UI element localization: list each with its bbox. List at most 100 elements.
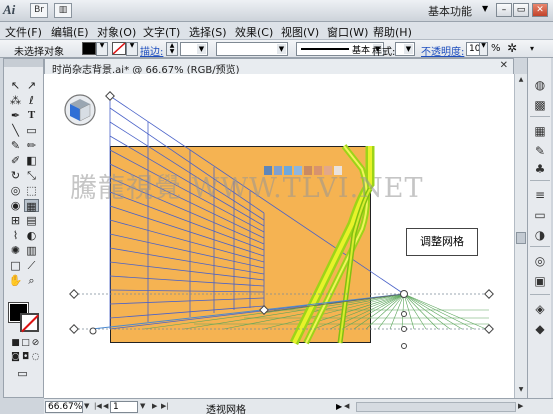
graphic-style-dropdown[interactable]: ▼ <box>395 42 415 56</box>
column-graph-icon[interactable]: ▥ <box>24 244 39 257</box>
stroke-swatch[interactable] <box>112 42 126 55</box>
menu-help[interactable]: 帮助(H) <box>373 24 412 40</box>
gradient-icon[interactable]: ▤ <box>24 214 39 227</box>
restore-button[interactable]: ▭ <box>513 3 529 17</box>
menu-window[interactable]: 窗口(W) <box>327 24 368 40</box>
control-panel-menu-icon[interactable]: ▾ <box>530 44 534 53</box>
selection-arrow-icon[interactable]: ↖ <box>8 79 23 92</box>
scroll-thumb[interactable] <box>516 232 526 244</box>
eyedropper-icon[interactable]: ⌇ <box>8 229 23 242</box>
right-ground-handle[interactable] <box>484 324 494 334</box>
paintbrush-icon[interactable]: ✎ <box>8 139 23 152</box>
menu-type[interactable]: 文字(T) <box>143 24 180 40</box>
page-dropdown-icon[interactable]: ▼ <box>140 402 145 410</box>
appearance-icon[interactable]: ◎ <box>532 254 548 268</box>
scroll-down-icon[interactable]: ▼ <box>516 385 526 395</box>
scroll-left-icon[interactable]: ◀ <box>344 402 349 410</box>
close-tab-button[interactable]: ✕ <box>500 60 508 71</box>
artboards-icon[interactable]: ◆ <box>532 322 548 336</box>
type-icon[interactable]: T <box>24 109 39 122</box>
close-window-button[interactable]: ✕ <box>532 3 548 17</box>
pencil-icon[interactable]: ✏ <box>24 139 39 152</box>
bridge-button[interactable]: Br <box>30 3 48 18</box>
stroke-weight-stepper[interactable]: ▲ ▼ <box>166 42 178 56</box>
pen-icon[interactable]: ✒ <box>8 109 23 122</box>
mesh-icon[interactable]: ⊞ <box>8 214 23 227</box>
brushes-icon[interactable]: ✎ <box>532 144 548 158</box>
eraser-icon[interactable]: ◧ <box>24 154 39 167</box>
scroll-up-icon[interactable]: ▲ <box>516 75 526 85</box>
transparency-icon[interactable]: ◑ <box>532 228 548 242</box>
menu-edit[interactable]: 编辑(E) <box>51 24 89 40</box>
document-canvas[interactable]: 騰龍視覺 WWW.TLVI.NET 调整网格 <box>44 74 514 398</box>
stroke-weight-field[interactable]: ▼ <box>180 42 208 56</box>
stroke-color-box[interactable] <box>20 313 39 332</box>
workspace-switcher[interactable]: 基本功能 <box>428 3 472 19</box>
perspective-grid-icon[interactable]: ▦ <box>24 199 39 213</box>
zoom-dropdown-icon[interactable]: ▼ <box>84 402 89 410</box>
warp-icon[interactable]: ◎ <box>8 184 23 197</box>
symbols-icon[interactable]: ♣ <box>532 162 548 176</box>
arrange-documents-icon[interactable]: ▥ <box>54 3 72 18</box>
symbol-sprayer-icon[interactable]: ✺ <box>8 244 23 257</box>
vanishing-point-handle[interactable] <box>400 290 408 298</box>
none-color-icon[interactable]: ⊘ <box>28 337 43 350</box>
blend-icon[interactable]: ◐ <box>24 229 39 242</box>
slice-icon[interactable]: ⟋ <box>24 259 39 272</box>
draw-inside-icon[interactable]: ◌ <box>28 351 43 364</box>
zoom-field[interactable]: 66.67% <box>45 401 83 413</box>
menu-view[interactable]: 视图(V) <box>281 24 319 40</box>
document-tab[interactable]: 时尚杂志背景.ai* @ 66.67% (RGB/预览) ✕ <box>44 58 514 76</box>
artboard-icon[interactable]: □ <box>8 259 23 272</box>
origin-handle[interactable] <box>401 343 407 349</box>
zoom-icon[interactable]: ⌕ <box>24 274 39 287</box>
swatches-icon[interactable]: ▦ <box>532 124 548 138</box>
left-origin-handle[interactable] <box>89 327 97 335</box>
opacity-label[interactable]: 不透明度: <box>421 43 464 58</box>
free-transform-icon[interactable]: ⬚ <box>24 184 39 197</box>
menu-select[interactable]: 选择(S) <box>189 24 227 40</box>
scale-icon[interactable]: ⤡ <box>24 169 39 182</box>
fill-swatch[interactable] <box>82 42 96 55</box>
shape-builder-icon[interactable]: ◉ <box>8 199 23 212</box>
vertical-scrollbar[interactable]: ▲ ▼ <box>514 74 527 398</box>
fill-dropdown[interactable]: ▼ <box>96 42 108 56</box>
horizontal-scrollbar[interactable] <box>356 402 516 412</box>
left-plane-height-handle[interactable] <box>105 91 115 101</box>
blob-brush-icon[interactable]: ✐ <box>8 154 23 167</box>
opacity-stepper[interactable]: ▼ <box>479 42 488 56</box>
next-page-icon[interactable]: ▶ <box>152 402 157 410</box>
recolor-icon[interactable]: ✲ <box>507 41 517 55</box>
variable-width-dropdown[interactable]: ▼ <box>216 42 288 56</box>
color-guide-icon[interactable]: ▩ <box>532 98 548 112</box>
first-page-icon[interactable]: |◀ <box>94 402 102 410</box>
prev-page-icon[interactable]: ◀ <box>103 402 108 410</box>
left-ground-handle[interactable] <box>69 324 79 334</box>
status-menu-icon[interactable]: ▶ <box>336 402 342 411</box>
magic-wand-icon[interactable]: ⁂ <box>8 94 23 107</box>
ground-level-handle[interactable] <box>401 326 407 332</box>
color-panel-icon[interactable]: ◍ <box>532 78 548 92</box>
graphic-styles-icon[interactable]: ▣ <box>532 274 548 288</box>
left-horizon-handle[interactable] <box>69 289 79 299</box>
menu-file[interactable]: 文件(F) <box>5 24 42 40</box>
stroke-dropdown[interactable]: ▼ <box>126 42 138 56</box>
panel-grip[interactable] <box>4 59 43 67</box>
page-field[interactable]: 1 <box>110 401 138 413</box>
stroke-panel-icon[interactable]: ≡ <box>532 188 548 202</box>
chevron-down-icon[interactable]: ▼ <box>482 4 488 13</box>
menu-effect[interactable]: 效果(C) <box>235 24 273 40</box>
screen-mode-icon[interactable]: ▭ <box>15 367 30 380</box>
stroke-label[interactable]: 描边: <box>140 43 163 58</box>
grid-cell-handle[interactable] <box>401 311 407 317</box>
hand-icon[interactable]: ✋ <box>8 274 23 287</box>
gradient-panel-icon[interactable]: ▭ <box>532 208 548 222</box>
layers-icon[interactable]: ◈ <box>532 302 548 316</box>
minimize-button[interactable]: – <box>496 3 512 17</box>
direct-selection-icon[interactable]: ↗ <box>24 79 39 92</box>
lasso-icon[interactable]: ℓ <box>24 94 39 107</box>
scroll-right-icon[interactable]: ▶ <box>518 402 523 410</box>
right-horizon-handle[interactable] <box>484 289 494 299</box>
brush-definition-dropdown[interactable]: 基本 ▼ <box>296 42 384 56</box>
plane-switching-widget[interactable] <box>64 94 96 126</box>
